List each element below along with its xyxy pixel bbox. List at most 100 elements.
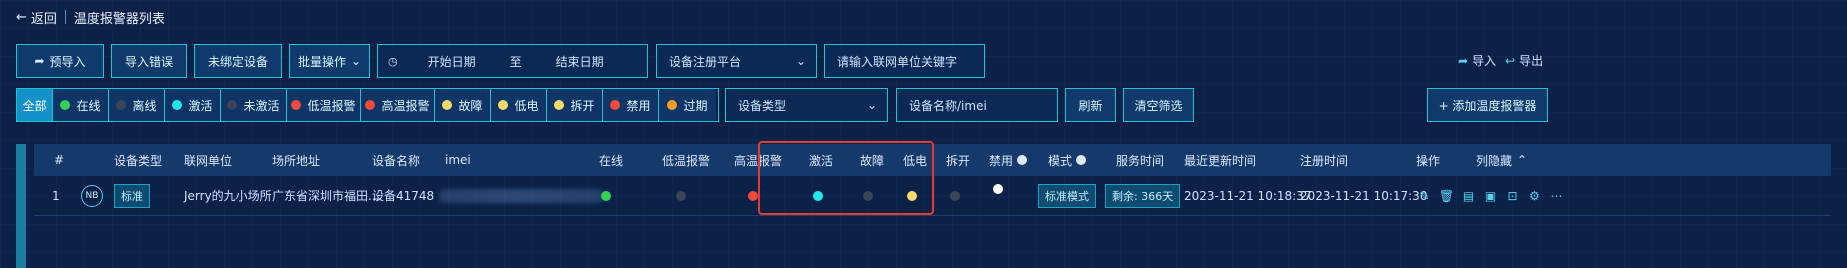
- status-dot-icon: [365, 100, 376, 110]
- device-type-select[interactable]: 设备类型 ⌄: [725, 88, 888, 122]
- refresh-button[interactable]: 刷新: [1065, 88, 1116, 122]
- batch-operations-button[interactable]: 批量操作 ⌄: [289, 44, 370, 78]
- col-registered: 注册时间: [1300, 153, 1349, 168]
- filter-low-battery[interactable]: 低电: [491, 89, 547, 121]
- col-mode-label: 模式: [1048, 153, 1073, 168]
- column-hide-toggle[interactable]: 列隐藏 ⌃: [1476, 152, 1527, 169]
- clear-filters-label: 清空筛选: [1134, 98, 1183, 113]
- filter-opened[interactable]: 拆开: [547, 89, 603, 121]
- org-keyword-input[interactable]: 请输入联网单位关键字: [824, 44, 985, 78]
- filter-label: 全部: [22, 98, 47, 113]
- filter-offline[interactable]: 离线: [109, 89, 165, 121]
- import-button[interactable]: ➦ 导入: [1458, 52, 1496, 69]
- opened-status-dot: [950, 190, 960, 201]
- pre-import-button[interactable]: ➦ 预导入: [16, 44, 104, 78]
- settings-icon[interactable]: ⚙: [1528, 189, 1541, 203]
- filter-label: 禁用: [626, 98, 651, 113]
- table-header: # 设备类型 联网单位 场所地址 设备名称 imei 在线 低温报警 高温报警 …: [34, 144, 1831, 176]
- filter-disabled[interactable]: 禁用: [603, 89, 659, 121]
- device-type-cell: 标准: [114, 183, 150, 208]
- filter-low-temp[interactable]: 低温报警: [287, 89, 361, 121]
- add-alarm-button[interactable]: + 添加温度报警器: [1427, 88, 1548, 122]
- export-icon: ↩: [1505, 53, 1516, 68]
- more-icon[interactable]: ⋯: [1550, 189, 1563, 203]
- status-filter-group: 全部 在线 离线 激活 未激活 低温报警 高温报警 故障 低电 拆开 禁用 过期: [16, 88, 719, 122]
- filter-activated[interactable]: 激活: [165, 89, 221, 121]
- org-cell[interactable]: Jerry的九小场所: [184, 187, 272, 204]
- status-dot-icon: [227, 100, 238, 110]
- low-temp-status-dot: [676, 190, 686, 201]
- column-hide-label: 列隐藏: [1476, 153, 1513, 168]
- filter-high-temp[interactable]: 高温报警: [361, 89, 435, 121]
- device-name-input[interactable]: 设备名称/imei: [896, 88, 1058, 122]
- device-name-cell[interactable]: 设备41748: [372, 187, 434, 204]
- mode-cell: 标准模式: [1038, 183, 1096, 208]
- date-separator: 至: [509, 54, 522, 69]
- filter-label: 故障: [458, 98, 483, 113]
- chevron-up-icon: ⌃: [1517, 153, 1528, 167]
- end-date-input[interactable]: 结束日期: [556, 53, 604, 70]
- clock-icon: ◷: [388, 54, 398, 68]
- filter-label: 低电: [514, 98, 539, 113]
- pre-import-label: 预导入: [49, 54, 86, 69]
- unbound-devices-button[interactable]: 未绑定设备: [194, 44, 282, 78]
- low-battery-status-dot: [907, 190, 917, 201]
- col-activated: 激活: [809, 153, 834, 168]
- row-actions: ✎ 🗑 ▤ ▣ ⊡ ⚙ ⋯: [1418, 189, 1563, 203]
- document-icon[interactable]: ▤: [1462, 189, 1475, 203]
- col-low-temp: 低温报警: [662, 153, 711, 168]
- table-side-bar: [16, 144, 26, 268]
- filter-online[interactable]: 在线: [53, 89, 109, 121]
- status-dot-icon: [667, 100, 678, 110]
- info-icon[interactable]: [1076, 155, 1087, 165]
- mode-tag: 标准模式: [1038, 183, 1096, 208]
- edit-icon[interactable]: ✎: [1418, 189, 1431, 203]
- page-title: 温度报警器列表: [73, 11, 165, 27]
- table-row[interactable]: 1 NB 标准 Jerry的九小场所 广东省深圳市福田... 设备41748 标…: [34, 176, 1831, 216]
- col-fault: 故障: [860, 153, 885, 168]
- col-mode: 模式: [1048, 152, 1087, 169]
- online-status-dot: [601, 190, 611, 201]
- filter-label: 过期: [683, 98, 708, 113]
- filter-fault[interactable]: 故障: [435, 89, 491, 121]
- back-label: 返回: [30, 11, 57, 27]
- export-button[interactable]: ↩ 导出: [1505, 52, 1543, 69]
- col-ops: 操作: [1416, 153, 1441, 168]
- service-cell: 剩余: 366天: [1105, 183, 1181, 208]
- filter-all[interactable]: 全部: [17, 89, 53, 121]
- status-dot-icon: [60, 100, 71, 110]
- row-index: 1: [52, 188, 60, 203]
- device-type-tag: 标准: [114, 183, 150, 208]
- info-icon[interactable]: [1017, 155, 1028, 165]
- file-icon[interactable]: ▣: [1484, 189, 1497, 203]
- date-range-picker[interactable]: ◷ 开始日期 至 结束日期: [377, 44, 648, 78]
- disabled-status-dot: [993, 184, 1003, 194]
- status-dot-icon: [610, 100, 621, 110]
- back-button[interactable]: ← 返回: [16, 8, 57, 27]
- col-disabled: 禁用: [989, 152, 1028, 169]
- device-name-placeholder: 设备名称/imei: [909, 98, 987, 113]
- filter-expired[interactable]: 过期: [659, 89, 716, 121]
- address-cell: 广东省深圳市福田...: [272, 189, 380, 203]
- import-errors-button[interactable]: 导入错误: [111, 44, 187, 78]
- status-dot-icon: [442, 100, 453, 110]
- start-date-input[interactable]: 开始日期: [428, 53, 476, 70]
- platform-select[interactable]: 设备注册平台 ⌄: [656, 44, 817, 78]
- registered-cell: 2023-11-21 10:17:30: [1300, 188, 1428, 203]
- filter-label: 拆开: [570, 98, 595, 113]
- status-dot-icon: [291, 100, 302, 110]
- nb-badge-icon: NB: [81, 184, 103, 207]
- arrow-left-icon: ←: [16, 9, 27, 25]
- high-temp-status-dot: [748, 190, 758, 201]
- device-table: # 设备类型 联网单位 场所地址 设备名称 imei 在线 低温报警 高温报警 …: [16, 144, 1831, 268]
- filter-label: 在线: [76, 98, 101, 113]
- col-device-name: 设备名称: [372, 153, 421, 168]
- status-dot-icon: [554, 100, 565, 110]
- lock-icon[interactable]: ⊡: [1506, 189, 1519, 203]
- filter-inactive[interactable]: 未激活: [221, 89, 287, 121]
- delete-icon[interactable]: 🗑: [1439, 189, 1454, 203]
- activated-status-dot: [813, 190, 823, 201]
- clear-filters-button[interactable]: 清空筛选: [1123, 88, 1194, 122]
- platform-select-placeholder: 设备注册平台: [669, 54, 742, 69]
- col-high-temp: 高温报警: [734, 153, 783, 168]
